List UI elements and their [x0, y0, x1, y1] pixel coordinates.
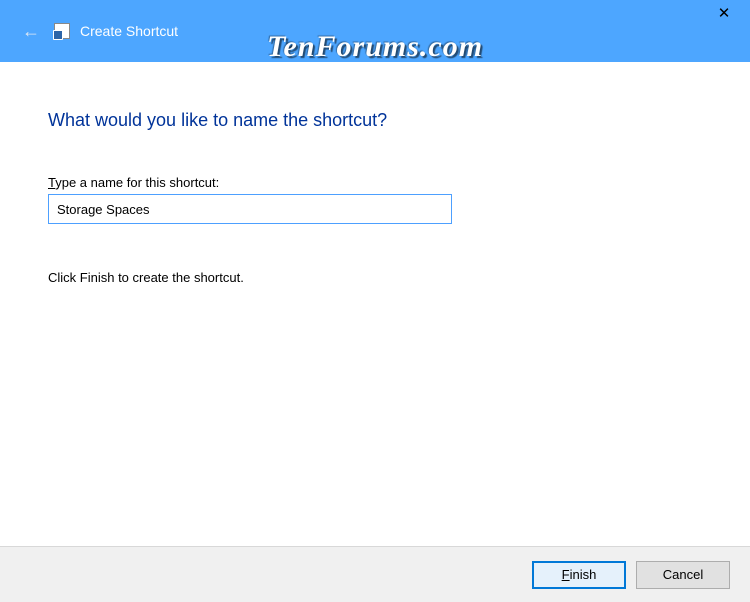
shortcut-name-input[interactable]	[48, 194, 452, 224]
instruction-text: Click Finish to create the shortcut.	[48, 270, 702, 285]
back-arrow-icon[interactable]: ←	[22, 22, 40, 40]
wizard-content: What would you like to name the shortcut…	[0, 62, 750, 285]
dialog-footer: Finish Cancel	[0, 546, 750, 602]
name-field-label: Type a name for this shortcut:	[48, 175, 702, 190]
watermark-text: TenForums.com	[267, 30, 483, 64]
window-title: Create Shortcut	[80, 23, 178, 39]
shortcut-icon	[54, 23, 70, 39]
finish-button[interactable]: Finish	[532, 561, 626, 589]
page-heading: What would you like to name the shortcut…	[48, 110, 702, 131]
close-icon[interactable]: ✕	[714, 6, 734, 26]
cancel-button[interactable]: Cancel	[636, 561, 730, 589]
